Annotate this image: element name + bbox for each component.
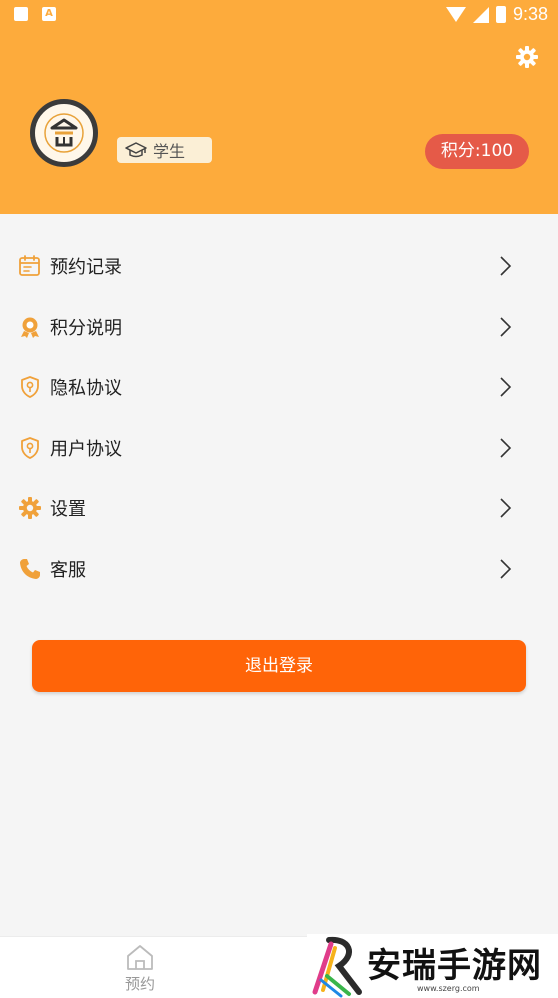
profile-menu: 预约记录 积分说明 隐私协议 用户协议 设置 客服 <box>0 236 558 599</box>
profile-header: A 9:38 学生 积分:100 <box>0 0 558 214</box>
menu-item-label: 设置 <box>50 499 86 521</box>
status-bar: A 9:38 <box>0 0 558 30</box>
shield-icon <box>21 436 39 459</box>
watermark-logo-icon <box>312 936 362 998</box>
menu-item-settings[interactable]: 设置 <box>0 478 558 539</box>
calendar-icon <box>19 255 40 277</box>
wifi-icon <box>445 7 466 22</box>
graduation-cap-icon <box>125 142 147 158</box>
chevron-right-icon <box>500 559 512 579</box>
menu-item-points-info[interactable]: 积分说明 <box>0 297 558 358</box>
points-badge[interactable]: 积分:100 <box>425 134 529 169</box>
logo-icon <box>44 113 84 153</box>
menu-item-user-agreement[interactable]: 用户协议 <box>0 418 558 479</box>
menu-item-label: 预约记录 <box>50 257 122 279</box>
logout-button[interactable]: 退出登录 <box>32 640 526 692</box>
menu-item-customer-service[interactable]: 客服 <box>0 539 558 600</box>
gear-icon[interactable] <box>515 45 539 69</box>
menu-item-label: 隐私协议 <box>50 378 122 400</box>
award-icon <box>21 317 39 338</box>
phone-icon <box>20 558 40 579</box>
role-badge: 学生 <box>117 137 212 163</box>
avatar[interactable] <box>30 99 98 167</box>
mail-icon <box>14 7 28 21</box>
a-app-icon: A <box>42 7 56 21</box>
menu-item-label: 客服 <box>50 559 86 581</box>
gear-icon <box>19 497 41 520</box>
signal-icon <box>472 6 489 23</box>
watermark-text: 安瑞手游网 <box>367 946 542 986</box>
chevron-right-icon <box>500 317 512 337</box>
chevron-right-icon <box>500 377 512 397</box>
battery-icon <box>495 6 506 23</box>
role-label: 学生 <box>153 142 186 161</box>
chevron-right-icon <box>500 498 512 518</box>
watermark-url: www.szerg.com <box>417 984 480 993</box>
watermark: 安瑞手游网 www.szerg.com <box>307 934 558 998</box>
menu-item-privacy-agreement[interactable]: 隐私协议 <box>0 357 558 418</box>
tab-booking[interactable]: 预约 <box>110 943 170 997</box>
menu-item-label: 用户协议 <box>50 438 122 460</box>
chevron-right-icon <box>500 438 512 458</box>
menu-item-label: 积分说明 <box>50 317 122 339</box>
shield-icon <box>21 376 39 399</box>
tab-label: 预约 <box>124 975 155 993</box>
chevron-right-icon <box>500 256 512 276</box>
menu-item-booking-records[interactable]: 预约记录 <box>0 236 558 297</box>
clock: 9:38 <box>512 4 548 24</box>
home-icon <box>127 945 153 970</box>
